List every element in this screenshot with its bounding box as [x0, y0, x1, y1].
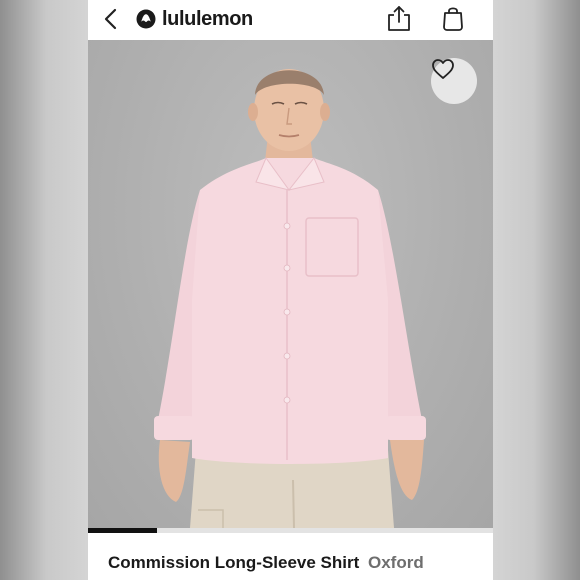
back-chevron-icon — [104, 8, 117, 30]
brand-link[interactable]: lululemon — [136, 8, 253, 30]
product-image-gallery[interactable] — [88, 40, 493, 528]
wishlist-button[interactable] — [431, 58, 477, 104]
share-button[interactable] — [386, 4, 412, 32]
app-screen: lululemon Commission Long-Sleeve Shirt O… — [88, 0, 493, 580]
shopping-bag-icon — [443, 7, 463, 31]
product-photo — [154, 69, 426, 528]
lululemon-logo-icon — [136, 9, 156, 29]
share-icon — [388, 6, 410, 31]
heart-outline-icon — [432, 59, 454, 79]
gallery-progress-fill — [88, 528, 157, 533]
top-navigation-bar: lululemon — [88, 0, 493, 40]
product-fabric: Oxford — [368, 553, 424, 572]
shopping-bag-button[interactable] — [440, 4, 466, 32]
gallery-progress-bar — [88, 528, 493, 533]
back-button[interactable] — [98, 6, 124, 32]
product-name: Commission Long-Sleeve Shirt — [108, 553, 360, 572]
product-title: Commission Long-Sleeve Shirt Oxford — [108, 552, 424, 574]
brand-name: lululemon — [162, 7, 253, 30]
